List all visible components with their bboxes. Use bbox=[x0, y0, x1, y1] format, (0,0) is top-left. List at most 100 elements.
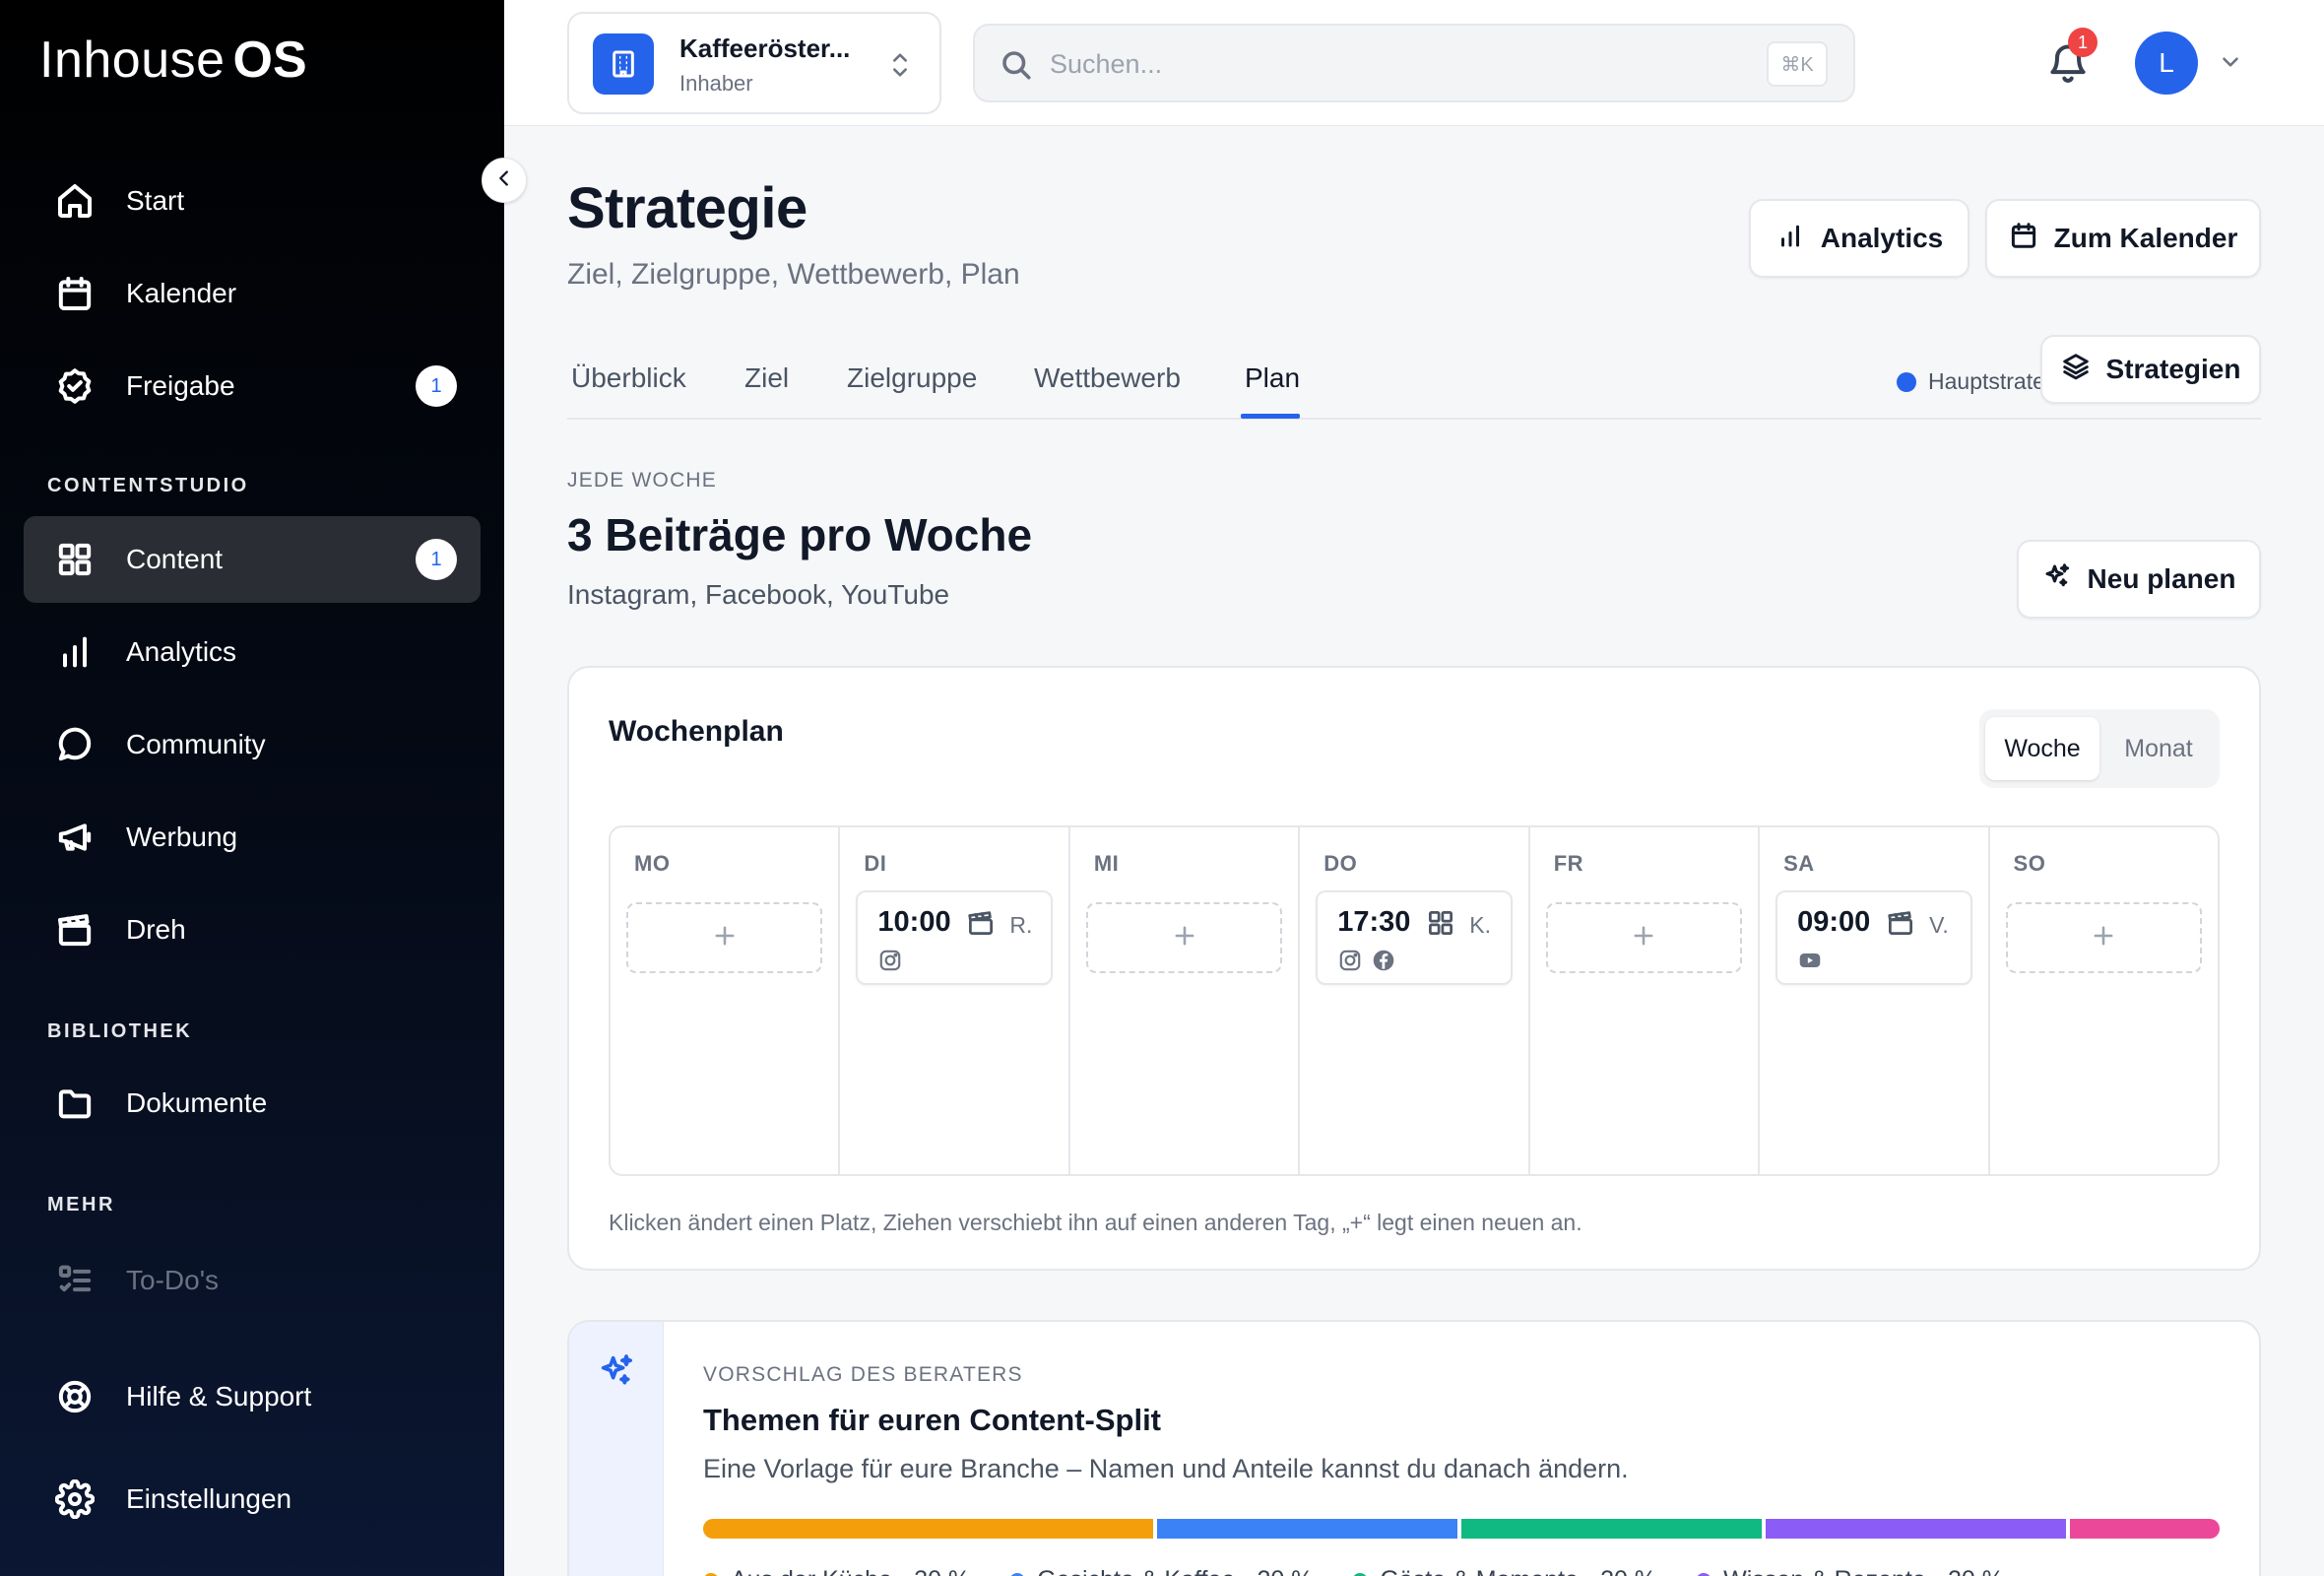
strategies-button-label: Strategien bbox=[2105, 354, 2241, 384]
search-bar[interactable]: ⌘K bbox=[973, 24, 1855, 102]
legend-item: Gäste & Momente · 20 % bbox=[1352, 1566, 1656, 1576]
sidebar-item-kalender[interactable]: Kalender bbox=[24, 250, 481, 337]
plus-icon bbox=[711, 922, 739, 954]
sidebar-item-label: Content bbox=[126, 544, 224, 574]
replan-button-label: Neu planen bbox=[2087, 563, 2236, 594]
brand-logo[interactable]: Inhouse OS bbox=[39, 30, 307, 91]
user-avatar[interactable]: L bbox=[2135, 32, 2198, 95]
sidebar-item-community[interactable]: Community bbox=[24, 701, 481, 788]
add-slot-button[interactable] bbox=[1085, 902, 1283, 973]
day-name: SO bbox=[2013, 851, 2046, 876]
plan-title: 3 Beiträge pro Woche bbox=[567, 509, 1033, 560]
clapperboard-icon bbox=[966, 908, 996, 938]
sidebar-item-freigabe[interactable]: Freigabe 1 bbox=[24, 343, 481, 429]
legend-item: Aus der Küche · 30 % bbox=[703, 1566, 970, 1576]
search-icon bbox=[999, 47, 1034, 83]
sidebar-item-label: Start bbox=[126, 185, 185, 216]
instagram-icon bbox=[877, 948, 903, 973]
legend-label: Aus der Küche · 30 % bbox=[731, 1566, 970, 1576]
checklist-icon bbox=[55, 1261, 95, 1300]
sidebar-item-dreh[interactable]: Dreh bbox=[24, 886, 481, 973]
legend-item: Wissen & Rezepte · 20 % bbox=[1696, 1566, 2004, 1576]
sidebar-item-todos[interactable]: To-Do's bbox=[24, 1237, 481, 1324]
tab-plan[interactable]: Plan bbox=[1245, 362, 1300, 394]
day-column-fr: FR bbox=[1530, 827, 1761, 1174]
slot-format-abbr: K. bbox=[1469, 912, 1491, 938]
legend-dot bbox=[1352, 1572, 1369, 1576]
bar-chart-icon bbox=[1775, 221, 1805, 257]
check-badge-icon bbox=[55, 366, 95, 406]
brand-logo-part2: OS bbox=[232, 32, 307, 89]
chevron-left-icon bbox=[493, 167, 515, 194]
page-title: Strategie bbox=[567, 176, 807, 240]
gear-icon bbox=[54, 1478, 96, 1520]
sidebar-item-start[interactable]: Start bbox=[24, 158, 481, 244]
organization-name: Kaffeeröster... bbox=[679, 33, 851, 63]
chevron-down-icon[interactable] bbox=[2218, 49, 2243, 75]
advisor-kicker: VORSCHLAG DES BERATERS bbox=[703, 1363, 1023, 1386]
legend-dot bbox=[1696, 1572, 1712, 1576]
tab-ueberblick[interactable]: Überblick bbox=[571, 362, 686, 394]
section-label-mehr: MEHR bbox=[47, 1194, 115, 1215]
sidebar-item-werbung[interactable]: Werbung bbox=[24, 794, 481, 881]
building-icon bbox=[593, 33, 654, 95]
main-content: Strategie Ziel, Zielgruppe, Wettbewerb, … bbox=[504, 126, 2324, 1576]
sidebar-item-analytics[interactable]: Analytics bbox=[24, 609, 481, 695]
day-column-sa: SA 09:00 V. bbox=[1760, 827, 1990, 1174]
sidebar-collapse-button[interactable] bbox=[482, 158, 527, 203]
sidebar-item-label: Hilfe & Support bbox=[126, 1381, 312, 1412]
post-slot[interactable]: 10:00 R. bbox=[856, 890, 1053, 985]
main-strategy-dot bbox=[1897, 372, 1916, 392]
add-slot-button[interactable] bbox=[1545, 902, 1743, 973]
add-slot-button[interactable] bbox=[626, 902, 823, 973]
sidebar-item-label: Werbung bbox=[126, 821, 238, 852]
day-name: DO bbox=[1323, 851, 1358, 876]
sidebar-item-content[interactable]: Content 1 bbox=[24, 516, 481, 603]
folder-icon bbox=[55, 1084, 95, 1123]
post-slot[interactable]: 17:30 K. bbox=[1316, 890, 1513, 985]
sidebar-item-hilfe[interactable]: Hilfe & Support bbox=[24, 1353, 481, 1440]
day-name: MI bbox=[1093, 851, 1120, 876]
search-input[interactable] bbox=[1050, 39, 1719, 89]
slot-format-abbr: R. bbox=[1009, 912, 1033, 938]
grid-icon bbox=[55, 540, 95, 579]
tab-ziel[interactable]: Ziel bbox=[744, 362, 789, 394]
section-label-contentstudio: CONTENTSTUDIO bbox=[47, 475, 249, 496]
day-column-mi: MI bbox=[1070, 827, 1301, 1174]
analytics-button[interactable]: Analytics bbox=[1749, 199, 1969, 278]
organization-role: Inhaber bbox=[679, 71, 753, 96]
organization-switcher[interactable]: Kaffeeröster... Inhaber bbox=[567, 12, 941, 114]
day-name: SA bbox=[1783, 851, 1815, 876]
split-segment bbox=[703, 1519, 1154, 1539]
calendar-button[interactable]: Zum Kalender bbox=[1985, 199, 2261, 278]
add-slot-button[interactable] bbox=[2005, 902, 2202, 973]
section-label-bibliothek: BIBLIOTHEK bbox=[47, 1020, 193, 1042]
tab-zielgruppe[interactable]: Zielgruppe bbox=[847, 362, 977, 394]
layers-icon bbox=[2061, 352, 2091, 388]
split-segment bbox=[1461, 1519, 1762, 1539]
sidebar-item-label: Freigabe bbox=[126, 370, 235, 401]
analytics-button-label: Analytics bbox=[1820, 223, 1944, 253]
legend-dot bbox=[703, 1572, 719, 1576]
day-name: DI bbox=[864, 851, 887, 876]
sidebar-item-label: Dreh bbox=[126, 914, 186, 945]
replan-button[interactable]: Neu planen bbox=[2017, 540, 2261, 619]
day-column-do: DO 17:30 K. bbox=[1300, 827, 1530, 1174]
view-option-woche[interactable]: Woche bbox=[1985, 717, 2099, 780]
plan-platforms: Instagram, Facebook, YouTube bbox=[567, 579, 950, 610]
sidebar-item-einstellungen[interactable]: Einstellungen bbox=[24, 1456, 481, 1543]
sidebar-item-dokumente[interactable]: Dokumente bbox=[24, 1060, 481, 1147]
advisor-title: Themen für euren Content-Split bbox=[703, 1403, 1161, 1437]
post-slot[interactable]: 09:00 V. bbox=[1775, 890, 1972, 985]
strategies-button[interactable]: Strategien bbox=[2040, 335, 2261, 404]
split-segment bbox=[2069, 1519, 2220, 1539]
slot-platforms bbox=[877, 948, 903, 973]
sidebar-item-label: To-Do's bbox=[126, 1265, 220, 1295]
weekplan-hint: Klicken ändert einen Platz, Ziehen versc… bbox=[609, 1210, 1582, 1235]
tab-wettbewerb[interactable]: Wettbewerb bbox=[1034, 362, 1181, 394]
notification-badge: 1 bbox=[2068, 28, 2098, 57]
freigabe-count-badge: 1 bbox=[416, 365, 457, 407]
slot-platforms bbox=[1337, 948, 1396, 973]
content-split-bar bbox=[703, 1519, 2220, 1539]
view-option-monat[interactable]: Monat bbox=[2103, 717, 2214, 780]
